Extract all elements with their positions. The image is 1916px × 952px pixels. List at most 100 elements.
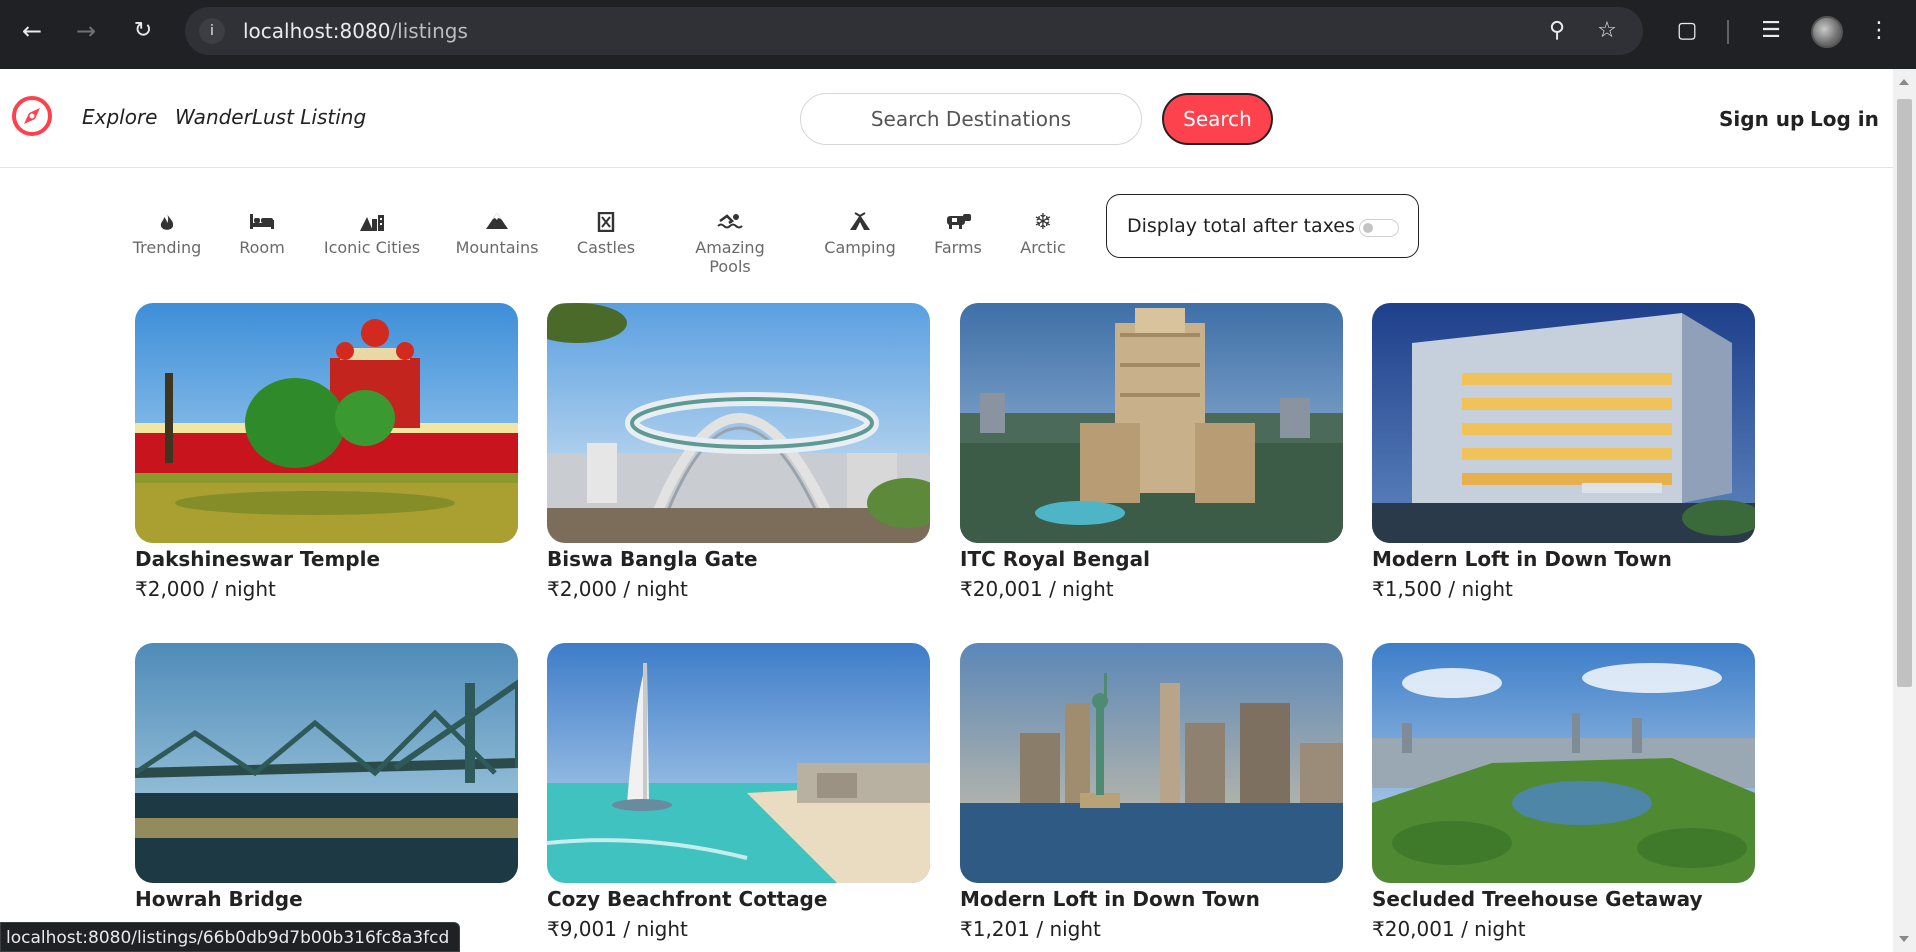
mountain-city-icon	[317, 212, 427, 234]
listing-title[interactable]: Modern Loft in Down Town	[1372, 547, 1755, 571]
fort-icon	[551, 211, 661, 234]
price-unit: / night	[1454, 917, 1526, 941]
listing-card[interactable]: Cozy Beachfront Cottage ₹9,001 / night	[547, 643, 930, 941]
price-amount: ₹1,201	[960, 917, 1030, 941]
nav-wanderlust-link[interactable]: WanderLust Listing	[175, 105, 366, 129]
url-text[interactable]: localhost:8080/listings	[243, 7, 468, 55]
listing-card[interactable]: Modern Loft in Down Town ₹1,500 / night	[1372, 303, 1755, 601]
price-unit: / night	[616, 917, 688, 941]
nav-explore-link[interactable]: Explore	[82, 105, 158, 129]
listing-photo[interactable]	[960, 303, 1343, 543]
price-amount: ₹20,001	[960, 577, 1043, 601]
switch-knob	[1363, 223, 1373, 233]
listing-price: ₹2,000 / night	[135, 577, 518, 601]
link-status-bubble: localhost:8080/listings/66b0db9d7b00b316…	[0, 922, 461, 952]
listing-photo[interactable]	[1372, 643, 1755, 883]
login-link[interactable]: Log in	[1810, 107, 1879, 131]
listing-card[interactable]: Biswa Bangla Gate ₹2,000 / night	[547, 303, 930, 601]
scroll-down-arrow-icon[interactable]	[1899, 936, 1909, 942]
site-info-icon[interactable]: i	[199, 18, 225, 44]
filter-amazing-pools[interactable]: Amazing Pools	[675, 212, 785, 276]
listing-title[interactable]: Modern Loft in Down Town	[960, 887, 1343, 911]
listing-title[interactable]: Howrah Bridge	[135, 887, 518, 911]
url-host: localhost:8080	[243, 19, 391, 43]
price-amount: ₹1,500	[1372, 577, 1442, 601]
swimmer-icon	[675, 212, 785, 234]
listing-photo[interactable]	[135, 303, 518, 543]
price-unit: / night	[616, 577, 688, 601]
site-navbar: Explore WanderLust Listing Search Sign u…	[0, 69, 1893, 168]
price-amount: ₹20,001	[1372, 917, 1455, 941]
signup-link[interactable]: Sign up	[1719, 107, 1804, 131]
filter-iconic-cities[interactable]: Iconic Cities	[317, 212, 427, 257]
profile-avatar[interactable]	[1811, 16, 1843, 48]
filter-label: Arctic	[1020, 238, 1066, 257]
scrollbar-thumb[interactable]	[1897, 99, 1912, 687]
listing-card[interactable]: Howrah Bridge	[135, 643, 518, 917]
tax-switch[interactable]	[1359, 219, 1399, 237]
listing-card[interactable]: ITC Royal Bengal ₹20,001 / night	[960, 303, 1343, 601]
listing-title[interactable]: Cozy Beachfront Cottage	[547, 887, 930, 911]
reload-icon[interactable]: ↻	[127, 15, 159, 47]
filter-camping[interactable]: Camping	[805, 212, 915, 257]
price-unit: / night	[204, 577, 276, 601]
mountain-icon	[442, 212, 552, 234]
listing-price: ₹9,001 / night	[547, 917, 930, 941]
filter-arctic[interactable]: ❄ Arctic	[988, 210, 1098, 258]
listing-card[interactable]: Modern Loft in Down Town ₹1,201 / night	[960, 643, 1343, 941]
media-queue-icon[interactable]: ☰	[1756, 16, 1786, 46]
filter-trending[interactable]: Trending	[112, 212, 222, 257]
filter-label: Camping	[824, 238, 896, 257]
extensions-puzzle-icon[interactable]: ▢	[1672, 16, 1702, 46]
page-scrollbar[interactable]	[1893, 69, 1916, 952]
listing-title[interactable]: Biswa Bangla Gate	[547, 547, 930, 571]
filter-label: Amazing Pools	[695, 238, 765, 276]
filter-label: Iconic Cities	[323, 238, 421, 257]
filter-label: Castles	[576, 238, 636, 257]
price-unit: / night	[1042, 577, 1114, 601]
listing-price: ₹20,001 / night	[960, 577, 1343, 601]
listing-photo[interactable]	[960, 643, 1343, 883]
filter-label: Room	[239, 238, 285, 257]
zoom-icon[interactable]: ⚲	[1543, 17, 1571, 45]
tax-toggle-box[interactable]: Display total after taxes	[1106, 194, 1419, 258]
back-arrow-icon[interactable]: ←	[16, 15, 48, 47]
search-destinations-input[interactable]	[800, 93, 1142, 145]
menu-kebab-icon[interactable]: ⋮	[1868, 16, 1890, 46]
filter-mountains[interactable]: Mountains	[442, 212, 552, 257]
price-unit: / night	[1029, 917, 1101, 941]
category-filters: Trending Room Iconic Cities Mountains Ca…	[0, 168, 1893, 288]
listing-card[interactable]: Secluded Treehouse Getaway ₹20,001 / nig…	[1372, 643, 1755, 941]
browser-toolbar: ← → ↻ i localhost:8080/listings ⚲ ☆ ▢ ☰ …	[0, 0, 1916, 69]
snowflake-icon: ❄	[1033, 210, 1053, 235]
forward-arrow-icon[interactable]: →	[70, 15, 102, 47]
price-unit: / night	[1441, 577, 1513, 601]
listing-price: ₹20,001 / night	[1372, 917, 1755, 941]
compass-logo-icon[interactable]	[10, 94, 54, 138]
scroll-up-arrow-icon[interactable]	[1899, 79, 1909, 85]
filter-room[interactable]: Room	[207, 212, 317, 257]
listing-title[interactable]: Dakshineswar Temple	[135, 547, 518, 571]
price-amount: ₹2,000	[135, 577, 205, 601]
address-bar[interactable]: i localhost:8080/listings ⚲ ☆	[185, 7, 1643, 55]
filter-castles[interactable]: Castles	[551, 211, 661, 257]
fire-icon	[112, 212, 222, 234]
listing-photo[interactable]	[547, 303, 930, 543]
tax-toggle-label: Display total after taxes	[1127, 215, 1355, 237]
listing-photo[interactable]	[135, 643, 518, 883]
listing-price: ₹1,201 / night	[960, 917, 1343, 941]
bookmark-star-icon[interactable]: ☆	[1593, 17, 1621, 45]
listing-photo[interactable]	[547, 643, 930, 883]
price-amount: ₹9,001	[547, 917, 617, 941]
filter-label: Trending	[132, 238, 202, 257]
search-button[interactable]: Search	[1162, 93, 1273, 145]
campground-icon	[805, 212, 915, 234]
listing-price: ₹1,500 / night	[1372, 577, 1755, 601]
listing-card[interactable]: Dakshineswar Temple ₹2,000 / night	[135, 303, 518, 601]
listing-title[interactable]: ITC Royal Bengal	[960, 547, 1343, 571]
listing-title[interactable]: Secluded Treehouse Getaway	[1372, 887, 1755, 911]
price-amount: ₹2,000	[547, 577, 617, 601]
url-path: /listings	[390, 19, 468, 43]
listing-photo[interactable]	[1372, 303, 1755, 543]
filter-label: Mountains	[455, 238, 539, 257]
